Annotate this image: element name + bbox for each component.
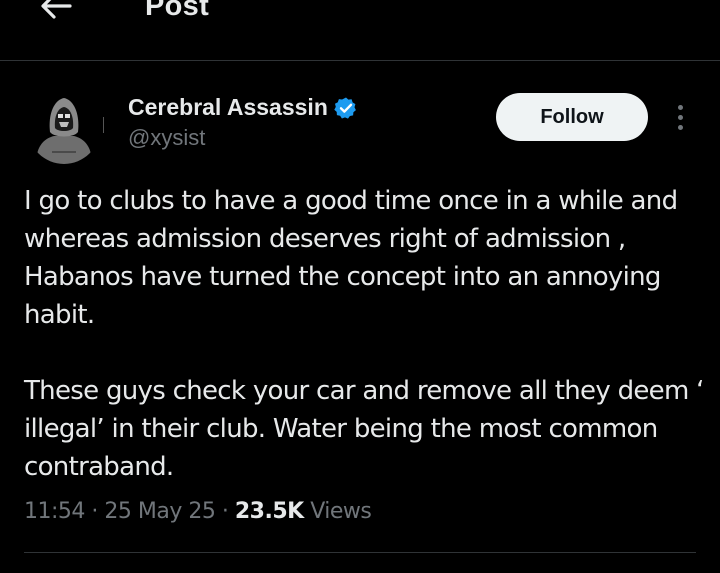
post-meta: 11:54 · 25 May 25 · 23.5K Views [24,499,372,524]
post-text: I go to clubs to have a good time once i… [24,182,704,486]
post-paragraph: I go to clubs to have a good time once i… [24,186,678,330]
back-button[interactable] [34,0,78,26]
hooded-figure-avatar [28,92,100,164]
page-title: Post [145,0,210,22]
verified-badge-icon [334,97,356,119]
more-options-button[interactable] [668,100,692,134]
avatar-divider [103,117,104,133]
more-vertical-icon-dot [677,124,683,130]
avatar[interactable] [28,92,100,164]
views-count[interactable]: 23.5K [235,499,304,524]
meta-separator: · [221,499,229,524]
more-vertical-icon-dot [677,114,683,120]
arrow-left-icon [41,0,72,19]
meta-separator: · [91,499,98,524]
views-label: Views [310,499,372,524]
top-bar: Post [0,0,720,61]
author-name-row[interactable]: Cerebral Assassin [128,94,358,121]
divider [24,552,696,553]
follow-button[interactable]: Follow [496,93,648,141]
post-date[interactable]: 25 May 25 [104,499,215,524]
post-time[interactable]: 11:54 [24,499,85,524]
user-handle[interactable]: @xysist [128,125,205,151]
more-vertical-icon-dot [677,104,683,110]
display-name[interactable]: Cerebral Assassin [128,94,328,121]
post-paragraph: These guys check your car and remove all… [24,376,704,482]
